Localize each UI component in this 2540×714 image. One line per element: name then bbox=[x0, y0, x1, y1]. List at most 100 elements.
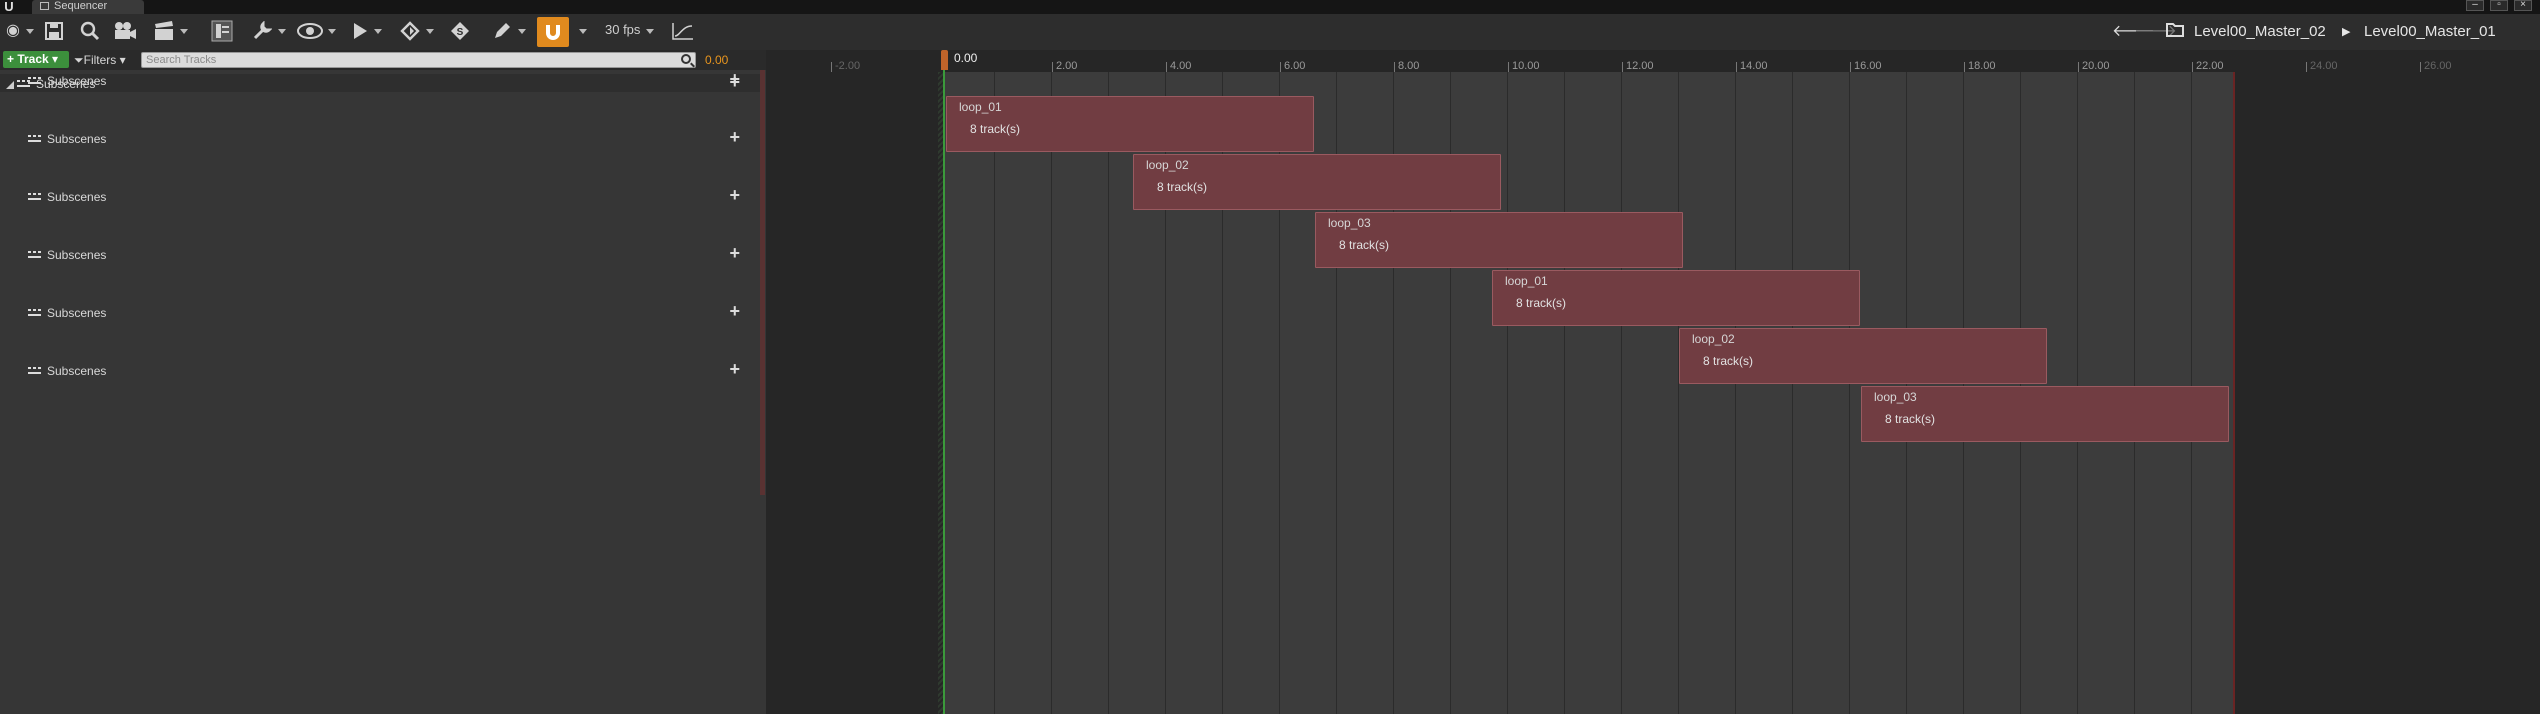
breadcrumb-item[interactable]: Level00_Master_02 bbox=[2194, 23, 2326, 40]
ruler-tick-label: 12.00 bbox=[1626, 60, 1654, 72]
subscenes-track-row[interactable]: Subscenes + bbox=[0, 69, 760, 91]
subscenes-track-row[interactable]: Subscenes + bbox=[0, 301, 760, 323]
ruler-tick bbox=[2420, 62, 2421, 72]
save-icon[interactable] bbox=[42, 18, 66, 46]
camera-icon[interactable] bbox=[112, 18, 138, 46]
subscene-section[interactable]: loop_01 8 track(s) bbox=[1492, 270, 1860, 326]
curve-editor-icon[interactable] bbox=[670, 18, 696, 46]
time-ruler[interactable]: -2.00 2.00 4.00 6.00 8.00 10.00 12.00 14.00 16.0… bbox=[766, 50, 2540, 72]
section-track-count: 8 track(s) bbox=[970, 122, 1021, 136]
ruler-tick bbox=[1394, 62, 1395, 72]
track-label: Subscenes bbox=[47, 132, 107, 146]
ruler-tick-label: 26.00 bbox=[2424, 60, 2452, 72]
tab-sequencer[interactable]: Sequencer bbox=[32, 0, 144, 14]
maximize-button[interactable]: ▫ bbox=[2490, 0, 2508, 11]
minimize-button[interactable]: – bbox=[2466, 0, 2484, 11]
grid-line bbox=[1849, 72, 1850, 714]
section-track-count: 8 track(s) bbox=[1157, 180, 1208, 194]
section-name: loop_01 bbox=[1505, 274, 1548, 288]
frame-rate-label[interactable]: 30 fps bbox=[605, 22, 640, 37]
playhead-time-label: 0.00 bbox=[954, 51, 978, 65]
add-track-button[interactable]: + Track ▾ bbox=[3, 51, 69, 68]
timeline-area[interactable]: -2.00 2.00 4.00 6.00 8.00 10.00 12.00 14.00 16.0… bbox=[766, 50, 2540, 714]
grid-line bbox=[1678, 72, 1679, 714]
ruler-tick bbox=[1964, 62, 1965, 72]
subscene-section[interactable]: loop_03 8 track(s) bbox=[1315, 212, 1683, 268]
auto-key-icon[interactable]: S bbox=[448, 18, 472, 46]
world-menu-icon[interactable]: ◉ bbox=[4, 18, 34, 46]
ruler-tick bbox=[1166, 62, 1167, 72]
ruler-tick bbox=[1508, 62, 1509, 72]
subscene-section[interactable]: loop_01 8 track(s) bbox=[946, 96, 1314, 152]
section-track-count: 8 track(s) bbox=[1885, 412, 1936, 426]
edit-pencil-icon[interactable] bbox=[490, 18, 526, 46]
subscene-section[interactable]: loop_02 8 track(s) bbox=[1679, 328, 2047, 384]
director-blueprint-icon[interactable] bbox=[210, 18, 234, 46]
subscenes-track-row[interactable]: Subscenes + bbox=[0, 359, 760, 381]
snap-magnet-button[interactable] bbox=[537, 17, 569, 47]
sequencer-tab-icon bbox=[40, 2, 49, 10]
add-subscene-button[interactable]: + bbox=[729, 69, 740, 90]
subscenes-track-row[interactable]: Subscenes + bbox=[0, 127, 760, 149]
playback-start-marker[interactable] bbox=[943, 50, 945, 714]
add-subscene-button[interactable]: + bbox=[729, 127, 740, 148]
grid-line bbox=[994, 72, 995, 714]
add-subscene-button[interactable]: + bbox=[729, 359, 740, 380]
key-options-icon[interactable] bbox=[398, 18, 434, 46]
ruler-tick-label: 2.00 bbox=[1056, 60, 1078, 72]
ruler-tick-label: 16.00 bbox=[1854, 60, 1882, 72]
add-subscene-button[interactable]: + bbox=[729, 185, 740, 206]
folder-icon[interactable] bbox=[2166, 21, 2184, 42]
ruler-tick bbox=[1052, 62, 1053, 72]
ruler-tick bbox=[831, 62, 832, 72]
tools-wrench-icon[interactable] bbox=[250, 18, 286, 46]
track-label: Subscenes bbox=[47, 306, 107, 320]
view-options-eye-icon[interactable] bbox=[296, 18, 336, 46]
ruler-tick bbox=[1622, 62, 1623, 72]
search-box bbox=[141, 52, 696, 68]
find-in-browser-icon[interactable] bbox=[78, 18, 102, 46]
current-time-readout[interactable]: 0.00 bbox=[705, 53, 728, 67]
playback-options-icon[interactable] bbox=[350, 18, 382, 46]
ruler-tick-label: 8.00 bbox=[1398, 60, 1420, 72]
filters-button[interactable]: ⏷Filters ▾ bbox=[74, 53, 126, 68]
section-name: loop_03 bbox=[1874, 390, 1917, 404]
filter-bar: + Track ▾ ⏷Filters ▾ 0.00 bbox=[0, 50, 766, 70]
pre-playback-range bbox=[766, 72, 944, 714]
section-track-count: 8 track(s) bbox=[1339, 238, 1390, 252]
snap-options-dropdown[interactable] bbox=[576, 18, 590, 46]
section-track-count: 8 track(s) bbox=[1703, 354, 1754, 368]
track-label: Subscenes bbox=[47, 248, 107, 262]
search-icon bbox=[681, 54, 691, 64]
section-name: loop_02 bbox=[1146, 158, 1189, 172]
subscenes-track-row[interactable]: Subscenes + bbox=[0, 243, 760, 265]
render-movie-icon[interactable] bbox=[152, 18, 188, 46]
grid-line bbox=[1735, 72, 1736, 714]
close-button[interactable]: × bbox=[2514, 0, 2532, 11]
playback-end-marker[interactable] bbox=[2233, 72, 2235, 714]
section-name: loop_02 bbox=[1692, 332, 1735, 346]
grid-line bbox=[1621, 72, 1622, 714]
ruler-tick bbox=[2306, 62, 2307, 72]
breadcrumb-separator-icon: ▶ bbox=[2342, 26, 2351, 38]
tab-label: Sequencer bbox=[54, 0, 108, 12]
subscene-section[interactable]: loop_03 8 track(s) bbox=[1861, 386, 2229, 442]
subscene-section[interactable]: loop_02 8 track(s) bbox=[1133, 154, 1501, 210]
ruler-tick-label: 18.00 bbox=[1968, 60, 1996, 72]
add-subscene-button[interactable]: + bbox=[729, 301, 740, 322]
add-subscene-button[interactable]: + bbox=[729, 243, 740, 264]
section-track-count: 8 track(s) bbox=[1516, 296, 1567, 310]
subscenes-icon bbox=[28, 75, 42, 87]
search-input[interactable] bbox=[146, 53, 676, 67]
post-playback-range bbox=[2234, 72, 2540, 714]
ruler-tick-label: 14.00 bbox=[1740, 60, 1768, 72]
subscenes-icon bbox=[28, 249, 42, 261]
svg-text:S: S bbox=[457, 27, 464, 38]
breadcrumb-item[interactable]: Level00_Master_01 bbox=[2364, 23, 2496, 40]
track-outliner: + Track ▾ ⏷Filters ▾ 0.00 Subscenes + Su… bbox=[0, 50, 766, 714]
frame-rate-dropdown[interactable] bbox=[646, 29, 654, 34]
ruler-tick bbox=[1280, 62, 1281, 72]
playhead-handle[interactable] bbox=[941, 50, 948, 70]
subscenes-track-row[interactable]: Subscenes + bbox=[0, 185, 760, 207]
panel-splitter[interactable] bbox=[760, 70, 765, 495]
